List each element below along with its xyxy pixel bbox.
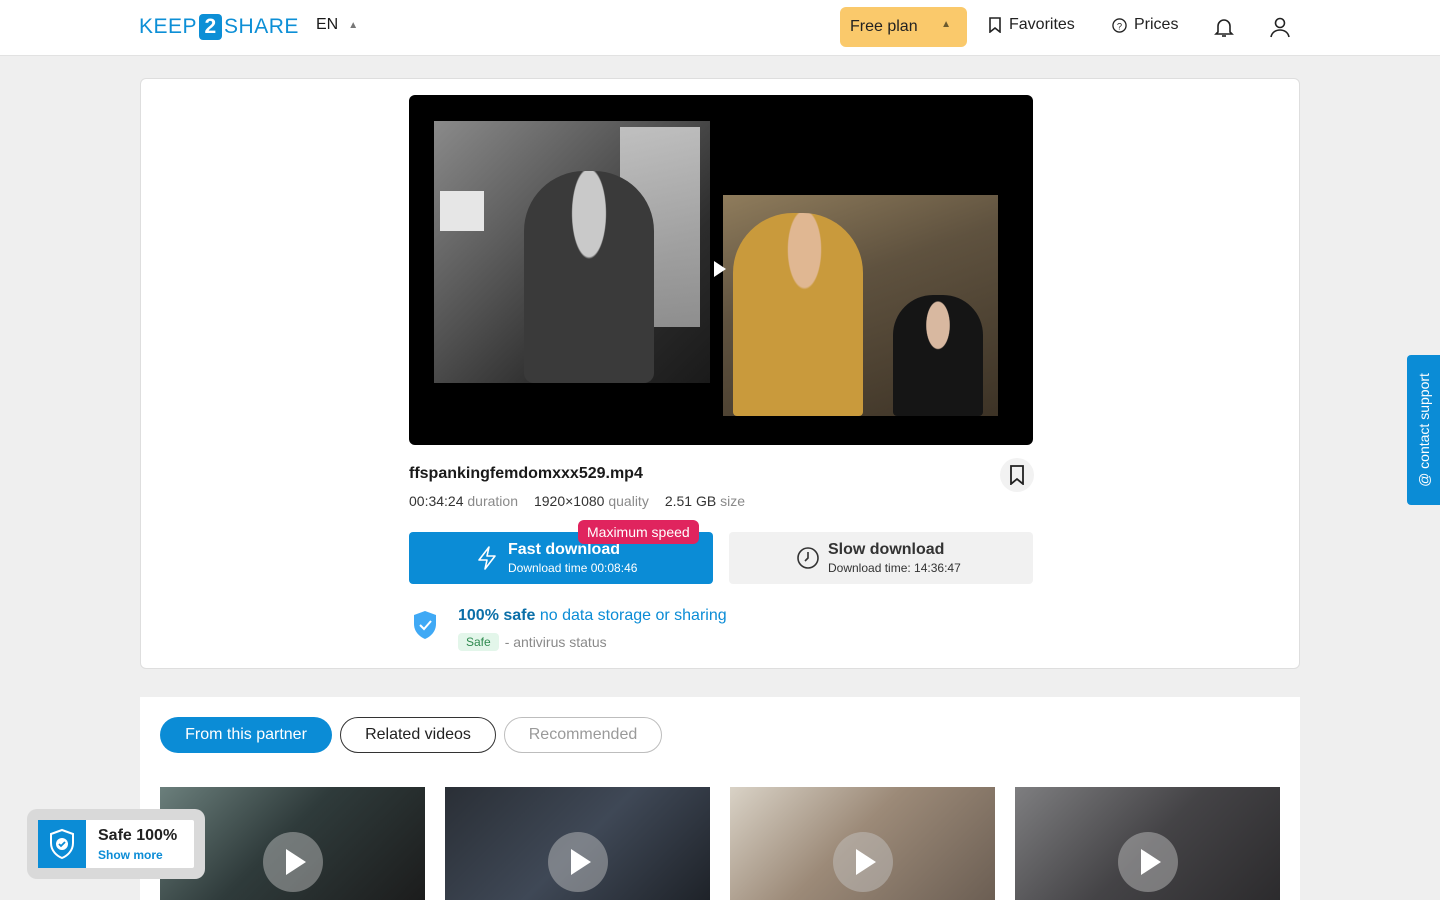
notifications-button[interactable] <box>1212 15 1236 39</box>
video-preview[interactable] <box>409 95 1033 445</box>
logo-right-text: SHARE <box>224 15 299 38</box>
duration-info: 00:34:24 duration <box>409 493 518 509</box>
antivirus-label: - antivirus status <box>504 634 607 650</box>
slow-download-time: Download time: 14:36:47 <box>828 561 961 575</box>
play-icon[interactable] <box>833 832 893 892</box>
bookmark-icon <box>1010 465 1024 485</box>
size-value: 2.51 GB <box>664 493 717 509</box>
logo-number: 2 <box>199 14 223 40</box>
frame-person <box>524 171 654 383</box>
safe-widget-title: Safe 100% <box>98 827 178 844</box>
add-to-favorites-button[interactable] <box>1000 458 1034 492</box>
play-icon[interactable] <box>714 261 726 277</box>
lightning-icon <box>478 546 496 570</box>
language-selector[interactable]: EN ▲ <box>316 16 358 34</box>
play-icon[interactable] <box>548 832 608 892</box>
file-name: ffspankingfemdomxxx529.mp4 <box>409 465 643 482</box>
max-speed-badge: Maximum speed <box>578 520 699 544</box>
account-button[interactable] <box>1268 15 1292 39</box>
bookmark-icon <box>989 17 1001 33</box>
user-icon <box>1270 17 1290 38</box>
quality-info: 1920×1080 quality <box>534 493 649 509</box>
chevron-up-icon: ▲ <box>941 19 951 30</box>
prices-label: Prices <box>1134 16 1179 33</box>
logo-left-text: KEEP <box>139 15 198 38</box>
tab-related-videos[interactable]: Related videos <box>340 717 496 753</box>
file-card: ffspankingfemdomxxx529.mp4 00:34:24 dura… <box>140 78 1300 669</box>
bell-icon <box>1214 19 1234 37</box>
video-thumbnail[interactable] <box>730 787 995 900</box>
favorites-label: Favorites <box>1009 16 1075 33</box>
frame-person <box>893 295 983 416</box>
play-icon[interactable] <box>263 832 323 892</box>
size-label: size <box>720 493 745 509</box>
video-thumbnail[interactable] <box>1015 787 1280 900</box>
frame-person <box>733 213 863 416</box>
file-meta: 00:34:24 duration 1920×1080 quality 2.51… <box>409 493 745 509</box>
duration-label: duration <box>467 493 518 509</box>
contact-support-button[interactable]: @ contact support <box>1407 355 1440 505</box>
size-info: 2.51 GB size <box>665 493 745 509</box>
top-header: KEEP 2 SHARE EN ▲ Free plan ▲ Favorites … <box>0 0 1440 56</box>
svg-text:?: ? <box>1117 21 1122 31</box>
shield-check-icon <box>50 828 74 860</box>
safety-bold: 100% safe <box>458 607 536 624</box>
safety-description: no data storage or sharing <box>539 607 727 624</box>
safe-widget-inner: Safe 100% Show more <box>38 820 194 868</box>
site-logo[interactable]: KEEP 2 SHARE <box>139 14 299 40</box>
safe-badge: Safe <box>458 633 499 651</box>
related-section: From this partner Related videos Recomme… <box>140 697 1300 900</box>
show-more-link[interactable]: Show more <box>98 848 163 862</box>
fast-download-time: Download time 00:08:46 <box>508 561 638 575</box>
favorites-link[interactable]: Favorites <box>988 16 1075 34</box>
language-label: EN <box>316 16 339 33</box>
preview-frame-left <box>434 121 710 383</box>
slow-download-button[interactable]: Slow download Download time: 14:36:47 <box>729 532 1033 584</box>
preview-frame-right <box>723 195 998 416</box>
contact-support-label: @ contact support <box>1415 373 1432 487</box>
tab-recommended[interactable]: Recommended <box>504 717 662 753</box>
slow-download-label: Slow download <box>828 541 945 558</box>
quality-label: quality <box>608 493 649 509</box>
duration-value: 00:34:24 <box>409 493 464 509</box>
tab-from-this-partner[interactable]: From this partner <box>160 717 332 753</box>
shield-badge <box>38 820 86 868</box>
shield-icon <box>414 611 436 639</box>
free-plan-button[interactable]: Free plan ▲ <box>840 7 967 47</box>
prices-link[interactable]: ? Prices <box>1112 16 1178 34</box>
quality-value: 1920×1080 <box>533 493 605 509</box>
plan-label: Free plan <box>850 18 918 35</box>
antivirus-status: Safe - antivirus status <box>458 633 607 651</box>
clock-icon <box>797 547 819 569</box>
play-icon[interactable] <box>1118 832 1178 892</box>
safe-widget[interactable]: Safe 100% Show more <box>27 809 205 879</box>
chevron-up-icon: ▲ <box>348 19 359 31</box>
frame-lamp <box>440 191 484 231</box>
safety-text: 100% safe no data storage or sharing <box>458 607 727 625</box>
help-circle-icon: ? <box>1112 17 1127 33</box>
video-thumbnail[interactable] <box>445 787 710 900</box>
